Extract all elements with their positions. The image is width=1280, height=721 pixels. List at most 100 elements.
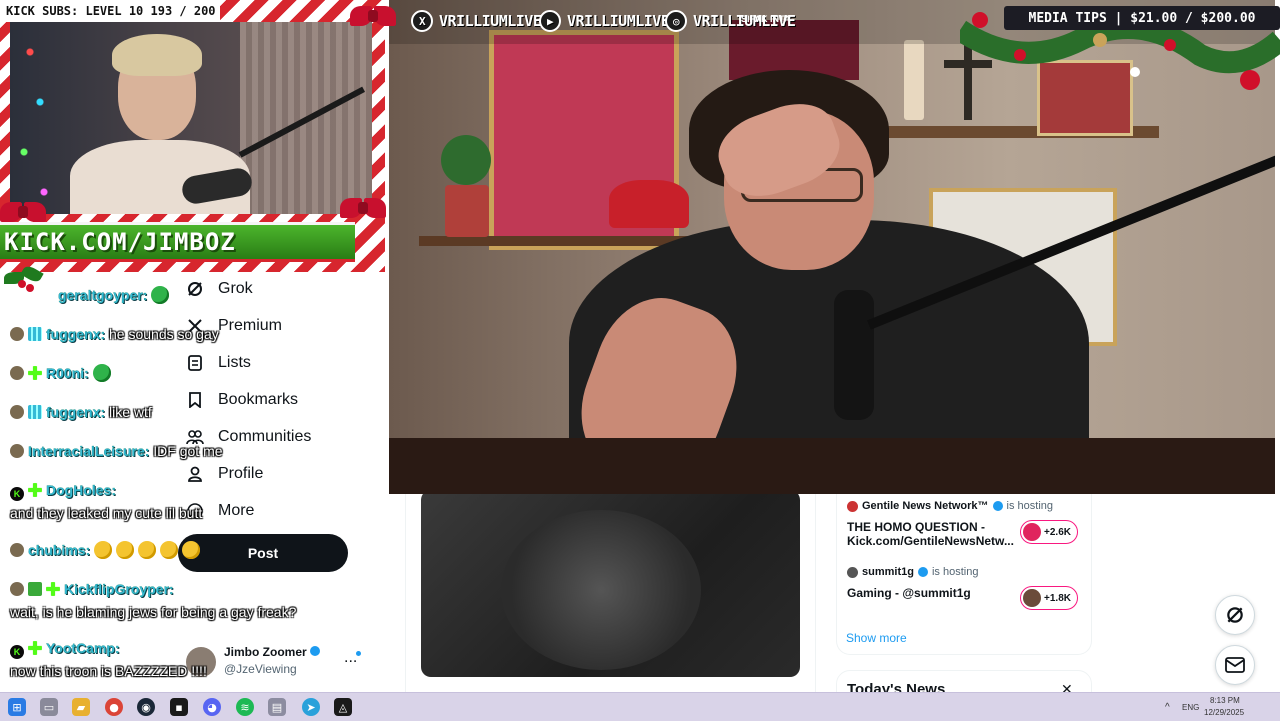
ribbon-bow-icon: [340, 192, 386, 232]
ribbon-bow-icon: [0, 196, 46, 236]
chat-username: fuggenx:: [46, 404, 106, 420]
video-cap: [609, 180, 689, 228]
chat-message: InterracialLeisure: IDF got me: [10, 442, 223, 460]
taskbar-date[interactable]: 12/29/2025: [1204, 708, 1244, 717]
mail-icon: [1225, 657, 1245, 673]
live-item[interactable]: summit1g is hosting Gaming - @summit1g +…: [847, 566, 1087, 610]
obs-icon[interactable]: ◬: [334, 698, 352, 716]
windows-taskbar: ⊞ ▭ ▰ ● ◉ ▪ ◕ ≋ ▤ ➤ ◬ ^ ENG 8:13 PM 12/2…: [0, 692, 1280, 721]
social-handle: VRILLIUMLIVE: [567, 12, 670, 30]
chat-username: KickflipGroyper:: [64, 581, 174, 597]
live-host: Gentile News Network™ is hosting: [847, 500, 1087, 512]
grok-icon: [1227, 607, 1243, 623]
chat-message: K DogHoles:: [10, 481, 116, 501]
file-explorer-icon[interactable]: ▰: [72, 698, 90, 716]
emote-icon: [138, 541, 157, 559]
youtube-icon: ▶: [539, 10, 561, 32]
spotify-icon[interactable]: ≋: [236, 698, 254, 716]
chat-username: YootCamp:: [46, 640, 120, 656]
pill-avatar: [1023, 523, 1041, 541]
emote-icon: [92, 364, 111, 382]
live-viewer-pill[interactable]: +1.8K: [1020, 586, 1078, 610]
taskbar-time[interactable]: 8:13 PM: [1210, 696, 1240, 705]
verified-icon: [917, 567, 928, 577]
task-view-icon[interactable]: ▭: [40, 698, 58, 716]
video-table: [389, 438, 1275, 494]
user-avatar-icon: [10, 444, 24, 458]
emote-icon: [160, 541, 179, 559]
sub-badge-icon: [28, 327, 42, 341]
plus-badge-icon: [28, 366, 42, 380]
live-title: Gaming - @summit1g: [847, 586, 971, 600]
chat-username: R00ni:: [46, 365, 89, 381]
chrome-icon[interactable]: ●: [105, 698, 123, 716]
messages-float-button[interactable]: [1215, 645, 1255, 685]
stream-chat: geraltgoyper: fuggenx: he sounds so gay …: [0, 280, 400, 690]
host-status: is hosting: [931, 566, 979, 578]
live-host: summit1g is hosting: [847, 566, 1087, 578]
webcam-feed: [10, 22, 372, 214]
host-name: Gentile News Network™: [862, 500, 989, 512]
app-icon[interactable]: ▤: [268, 698, 286, 716]
viewer-count: +1.8K: [1044, 592, 1071, 604]
webcam-person-hair: [112, 34, 202, 76]
chat-message: KickflipGroyper:: [10, 580, 174, 598]
app-icon[interactable]: ▪: [170, 698, 188, 716]
media-tips-goal: MEDIA TIPS | $21.00 / $200.00: [1004, 6, 1280, 30]
host-name: summit1g: [862, 566, 914, 578]
social-youtube: ▶ VRILLIUMLIVE: [539, 10, 670, 32]
chat-text: now this troon is BAZZZZED !!!!: [10, 663, 207, 679]
emote-icon: [151, 286, 170, 304]
video-pot: [445, 185, 489, 237]
social-handle: VRILLIUMLIVE: [439, 12, 542, 30]
tray-chevron-icon[interactable]: ^: [1165, 702, 1170, 713]
media-blur: [501, 510, 701, 670]
string-lights: [10, 22, 60, 214]
instagram-icon: ◎: [665, 10, 687, 32]
language-indicator[interactable]: ENG: [1182, 703, 1199, 712]
chat-message: chubims:: [10, 541, 204, 559]
chat-username: DogHoles:: [46, 482, 116, 498]
steam-icon[interactable]: ◉: [137, 698, 155, 716]
host-avatar: [847, 566, 858, 578]
chat-message-continued: and they leaked my cute lil butt: [10, 504, 202, 522]
chat-text: IDF got me: [153, 443, 223, 459]
ribbon-bow-icon: [350, 0, 396, 40]
plus-badge-icon: [28, 641, 42, 655]
live-item[interactable]: Gentile News Network™ is hosting THE HOM…: [847, 500, 1087, 548]
user-avatar-icon: [10, 405, 24, 419]
show-more-link[interactable]: Show more: [846, 631, 907, 645]
emote-icon: [116, 541, 135, 559]
start-menu-icon[interactable]: ⊞: [8, 698, 26, 716]
grok-float-button[interactable]: [1215, 595, 1255, 635]
emote-icon: [94, 541, 113, 559]
video-plant: [441, 135, 491, 185]
kick-badge-icon: K: [10, 487, 24, 501]
host-avatar: [847, 500, 858, 512]
webcam-overlay: KICK SUBS: LEVEL 10 193 / 200 KICK.COM/J…: [0, 0, 396, 272]
user-avatar-icon: [10, 327, 24, 341]
chat-text: he sounds so gay: [109, 326, 219, 342]
discord-icon[interactable]: ◕: [203, 698, 221, 716]
chat-username: geraltgoyper:: [58, 287, 148, 303]
x-logo-icon: X: [411, 10, 433, 32]
video-sign-text: SIFAK INTA: [741, 14, 791, 24]
post-media-image[interactable]: [421, 490, 800, 677]
video-microphone: [834, 290, 874, 420]
viewer-count: +2.6K: [1044, 526, 1071, 538]
live-title: THE HOMO QUESTION - Kick.com/GentileNews…: [847, 520, 1014, 548]
kick-badge-icon: K: [10, 645, 24, 659]
chat-text: wait, is he blaming jews for being a gay…: [10, 604, 297, 620]
verified-icon: [992, 501, 1003, 511]
user-avatar-icon: [10, 366, 24, 380]
sub-badge-icon: [28, 405, 42, 419]
chat-username: InterracialLeisure:: [28, 443, 150, 459]
live-viewer-pill[interactable]: +2.6K: [1020, 520, 1078, 544]
chat-username: chubims:: [28, 542, 91, 558]
chat-message: R00ni:: [10, 364, 115, 382]
host-status: is hosting: [1006, 500, 1054, 512]
chat-message: fuggenx: he sounds so gay: [10, 325, 219, 343]
user-avatar-icon: [10, 543, 24, 557]
chat-text: and they leaked my cute lil butt: [10, 505, 203, 521]
telegram-icon[interactable]: ➤: [302, 698, 320, 716]
